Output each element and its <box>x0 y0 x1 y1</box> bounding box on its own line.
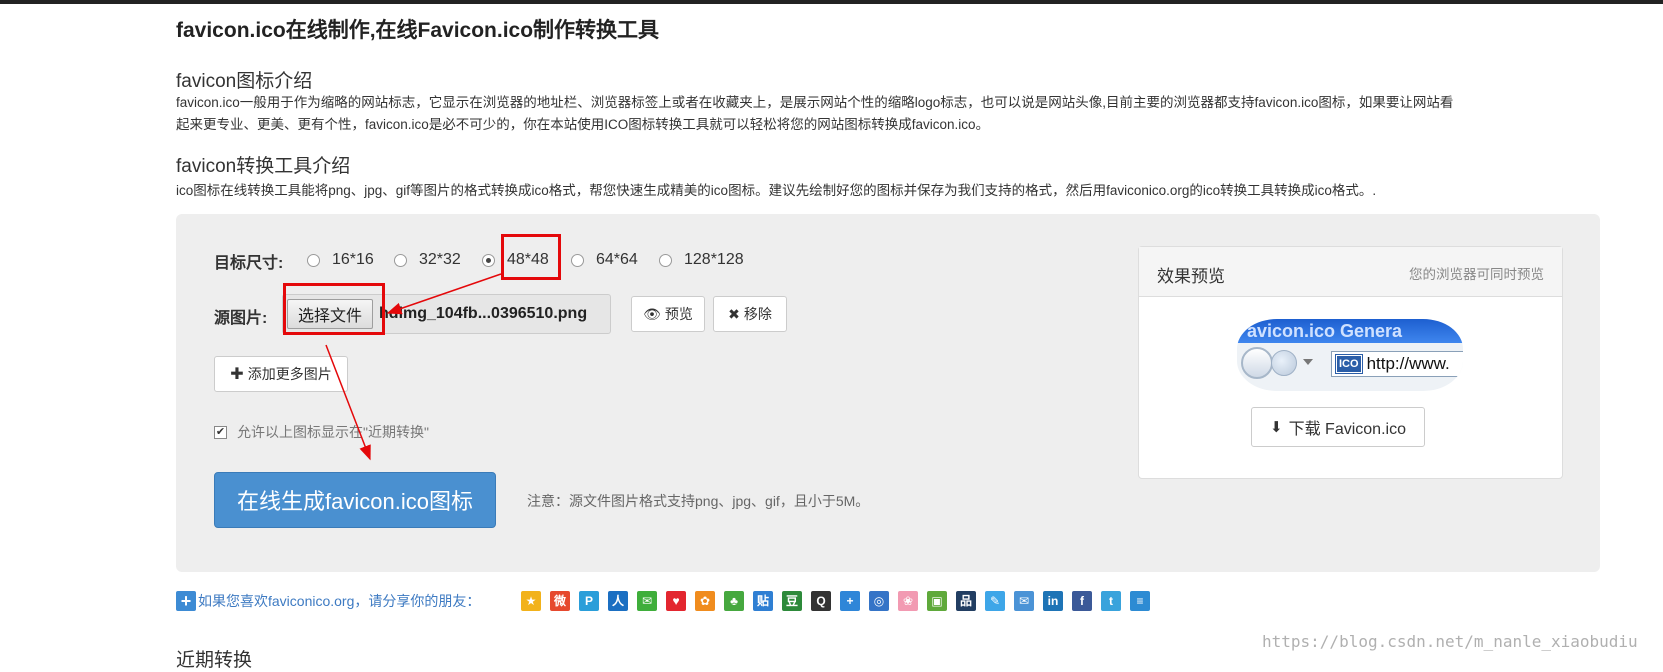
heart-icon[interactable]: ♥ <box>666 591 686 611</box>
list-icon[interactable]: ≡ <box>1130 591 1150 611</box>
radio-icon <box>394 253 407 267</box>
share-plus-icon[interactable]: + <box>176 591 196 611</box>
qzone-icon[interactable]: ★ <box>521 591 541 611</box>
size-option-label: 128*128 <box>684 251 744 268</box>
intro-heading: favicon图标介绍 <box>176 71 313 92</box>
clover-icon[interactable]: ♣ <box>724 591 744 611</box>
size-option-label: 32*32 <box>419 251 461 268</box>
radio-selected-icon <box>482 253 495 267</box>
picture-icon[interactable]: ▣ <box>927 591 947 611</box>
weibo-icon[interactable]: 微 <box>550 591 570 611</box>
qq-icon[interactable]: Q <box>811 591 831 611</box>
source-label: 源图片: <box>214 310 268 327</box>
wechat-icon[interactable]: ✉ <box>637 591 657 611</box>
allow-recent-checkbox[interactable]: ✔ <box>214 425 227 439</box>
top-bar <box>0 0 1663 4</box>
radio-icon <box>571 253 584 267</box>
intro-line-1: favicon.ico一般用于作为缩略的网站标志，它显示在浏览器的地址栏、浏览器… <box>176 95 1454 110</box>
tieba-icon[interactable]: 贴 <box>753 591 773 611</box>
choose-file-button[interactable]: 选择文件 <box>287 299 374 329</box>
facebook-icon[interactable]: f <box>1072 591 1092 611</box>
size-option-32[interactable]: 32*32 <box>394 251 461 269</box>
share-text[interactable]: 如果您喜欢faviconico.org，请分享你的朋友： <box>198 591 480 611</box>
tool-intro-text: ico图标在线转换工具能将png、jpg、gif等图片的格式转换成ico格式，帮… <box>176 183 1377 198</box>
size-option-label: 48*48 <box>507 251 549 268</box>
twitter-icon[interactable]: t <box>1101 591 1121 611</box>
size-option-64[interactable]: 64*64 <box>571 251 638 269</box>
size-label: 目标尺寸: <box>214 255 284 272</box>
plus-icon[interactable]: + <box>840 591 860 611</box>
download-favicon-button[interactable]: ⬇ 下载 Favicon.ico <box>1251 407 1425 447</box>
linkedin-icon[interactable]: in <box>1043 591 1063 611</box>
converter-panel: 目标尺寸: 16*16 32*32 48*48 64*64 128*128 源图… <box>176 214 1600 572</box>
tool-intro-heading: favicon转换工具介绍 <box>176 156 351 177</box>
preview-button[interactable]: 👁 预览 <box>631 296 705 332</box>
plus-icon: ✚ <box>230 366 244 383</box>
allow-recent-label: 允许以上图标显示在"近期转换" <box>237 424 429 440</box>
preview-title: 效果预览 <box>1157 267 1225 286</box>
network-icon[interactable]: 品 <box>956 591 976 611</box>
format-note: 注意：源文件图片格式支持png、jpg、gif，且小于5M。 <box>527 493 870 509</box>
size-option-label: 16*16 <box>332 251 374 268</box>
file-name: hdlmg_104fb...0396510.png <box>379 305 588 322</box>
allow-recent-checkbox-row[interactable]: ✔ 允许以上图标显示在"近期转换" <box>214 422 429 442</box>
intro-text: favicon.ico一般用于作为缩略的网站标志，它显示在浏览器的地址栏、浏览器… <box>176 92 1606 136</box>
mail-icon[interactable]: ✉ <box>1014 591 1034 611</box>
address-bar: ICO http://www. <box>1331 351 1463 377</box>
preview-button-label: 预览 <box>664 306 693 322</box>
browser-preview-image: avicon.ico Genera ICO http://www. <box>1237 319 1463 391</box>
browser-title-bar: avicon.ico Genera <box>1237 319 1463 343</box>
browser-banner-text: avicon.ico Genera <box>1247 321 1403 341</box>
download-icon: ⬇ <box>1270 419 1283 436</box>
watermark: https://blog.csdn.net/m_nanle_xiaobudiu <box>1262 632 1638 651</box>
douban-icon[interactable]: 豆 <box>782 591 802 611</box>
size-option-48[interactable]: 48*48 <box>482 251 549 269</box>
size-option-label: 64*64 <box>596 251 638 268</box>
kaixin-icon[interactable]: ◎ <box>869 591 889 611</box>
intro-line-2: 起来更专业、更美、更有个性，favicon.ico是必不可少的，你在本站使用IC… <box>176 117 990 132</box>
remove-button-label: 移除 <box>743 306 772 322</box>
preview-subtitle: 您的浏览器可同时预览 <box>1409 267 1544 282</box>
preview-header: 效果预览 您的浏览器可同时预览 <box>1139 247 1562 297</box>
eye-icon: 👁 <box>643 305 661 322</box>
add-more-images-button[interactable]: ✚ 添加更多图片 <box>214 356 348 392</box>
pen-icon[interactable]: ✎ <box>985 591 1005 611</box>
share-icons: ★ 微 P 人 ✉ ♥ ✿ ♣ 贴豆 Q + ◎ ❀ ▣ 品 ✎ ✉ in f t ≡ <box>521 591 1159 611</box>
flower-icon[interactable]: ❀ <box>898 591 918 611</box>
tencent-weibo-icon[interactable]: P <box>579 591 599 611</box>
renren-icon[interactable]: 人 <box>608 591 628 611</box>
file-input[interactable]: 选择文件 hdlmg_104fb...0396510.png <box>282 294 611 334</box>
preview-box: 效果预览 您的浏览器可同时预览 avicon.ico Genera ICO ht… <box>1138 246 1563 479</box>
gift-icon[interactable]: ✿ <box>695 591 715 611</box>
share-bar: + 如果您喜欢faviconico.org，请分享你的朋友： <box>176 591 480 611</box>
remove-button[interactable]: ✖ 移除 <box>713 296 787 332</box>
page-title: favicon.ico在线制作,在线Favicon.ico制作转换工具 <box>176 19 660 42</box>
add-more-label: 添加更多图片 <box>247 366 332 382</box>
forward-arrow-icon <box>1271 350 1297 376</box>
close-icon: ✖ <box>728 305 740 322</box>
back-arrow-icon <box>1241 347 1273 379</box>
chevron-down-icon <box>1303 359 1313 365</box>
size-option-16[interactable]: 16*16 <box>307 251 374 269</box>
favicon-badge-icon: ICO <box>1335 354 1363 374</box>
generate-favicon-button[interactable]: 在线生成favicon.ico图标 <box>214 472 496 528</box>
address-text: http://www. <box>1366 354 1450 373</box>
radio-icon <box>659 253 672 267</box>
recent-heading: 近期转换 <box>176 650 253 671</box>
radio-icon <box>307 253 320 267</box>
size-option-128[interactable]: 128*128 <box>659 251 744 269</box>
download-button-label: 下载 Favicon.ico <box>1288 421 1406 438</box>
